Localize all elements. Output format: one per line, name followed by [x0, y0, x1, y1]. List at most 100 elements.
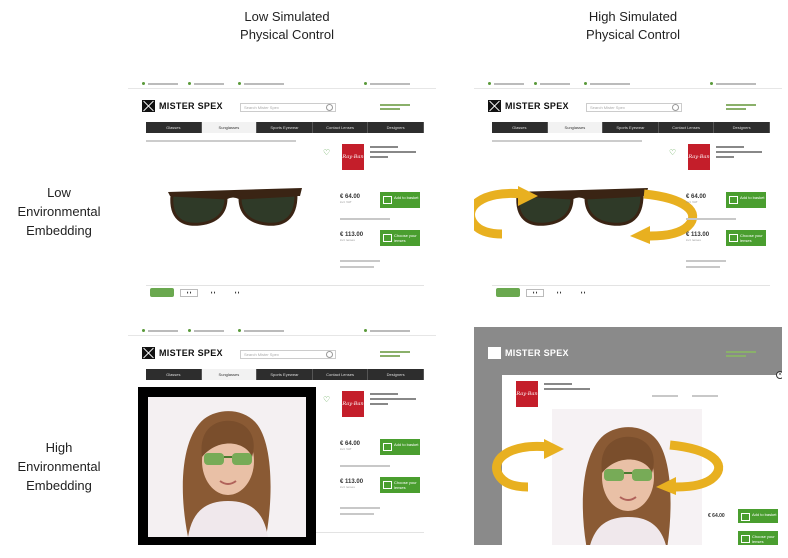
search-icon[interactable]	[672, 104, 679, 111]
shop-logo[interactable]: MISTER SPEX	[488, 100, 569, 112]
nav-sports[interactable]: Sports Eyewear	[257, 369, 313, 380]
product-title	[370, 393, 418, 408]
info-line	[340, 465, 390, 467]
panel-low-physical-low-env: MISTER SPEX Search Mister Spex Glasses S…	[128, 80, 436, 298]
shop-topbar	[128, 327, 436, 336]
price-1: € 64.00	[708, 513, 725, 519]
nav-sports[interactable]: Sports Eyewear	[257, 122, 313, 133]
close-icon[interactable]: ×	[776, 371, 782, 379]
add-to-basket-button[interactable]: Add to basket	[726, 192, 766, 208]
nav-sports[interactable]: Sports Eyewear	[603, 122, 659, 133]
price-1: € 64.00 incl. VAT	[340, 194, 361, 204]
product-title	[544, 383, 592, 393]
search-input[interactable]: Search Mister Spex	[240, 103, 336, 112]
price-1: € 64.00 incl. VAT	[686, 194, 707, 204]
rotate-arrow-left-icon[interactable]	[474, 186, 542, 242]
breadcrumb	[146, 140, 296, 142]
rotate-arrow-left-icon[interactable]	[488, 439, 568, 495]
logo-mark-icon	[488, 100, 501, 112]
shop-nav: Glasses Sunglasses Sports Eyewear Contac…	[492, 122, 770, 133]
logo-mark-icon	[488, 347, 501, 359]
shop-nav: Glasses Sunglasses Sports Eyewear Contac…	[146, 122, 424, 133]
nav-contacts[interactable]: Contact Lenses	[313, 122, 369, 133]
thumbnail[interactable]: ◖◗	[180, 288, 198, 297]
shop-logo[interactable]: MISTER SPEX	[142, 347, 223, 359]
nav-designers[interactable]: Designers	[714, 122, 770, 133]
cart-icon[interactable]	[726, 351, 770, 361]
panel-high-physical-high-env: MISTER SPEX Ray-Ban € 64.00 Add to baske…	[474, 327, 782, 545]
cart-icon[interactable]	[380, 104, 424, 114]
thumbnail[interactable]: ◖◗	[228, 289, 246, 297]
search-input[interactable]: Search Mister Spex	[586, 103, 682, 112]
nav-glasses[interactable]: Glasses	[146, 369, 202, 380]
panel-low-physical-high-env: MISTER SPEX Search Mister Spex Glasses S…	[128, 327, 436, 545]
breadcrumb	[492, 140, 642, 142]
cart-icon[interactable]	[726, 104, 770, 114]
choose-lenses-button[interactable]: Choose your lenses	[738, 531, 778, 545]
column-header-high-physical: High Simulated Physical Control	[586, 9, 680, 42]
sunglasses-image	[168, 188, 302, 226]
info-line	[686, 260, 726, 262]
shop-logo[interactable]: MISTER SPEX	[488, 347, 569, 359]
nav-sunglasses[interactable]: Sunglasses	[201, 122, 258, 133]
product-title	[370, 146, 418, 161]
cart-icon[interactable]	[380, 351, 424, 361]
choose-lenses-button[interactable]: Choose your lenses	[380, 477, 420, 493]
search-input[interactable]: Search Mister Spex	[240, 350, 336, 359]
heart-icon[interactable]: ♡	[323, 395, 330, 404]
price-1: € 64.00 incl. VAT	[340, 441, 361, 451]
choose-lenses-button[interactable]: Choose your lenses	[380, 230, 420, 246]
shop-nav: Glasses Sunglasses Sports Eyewear Contac…	[146, 369, 424, 380]
shop-topbar	[474, 80, 782, 89]
nav-contacts[interactable]: Contact Lenses	[313, 369, 369, 380]
panel-high-physical-low-env: MISTER SPEX Search Mister Spex Glasses S…	[474, 80, 782, 298]
thumbnail[interactable]: ◖◗	[526, 288, 544, 297]
row-header-low-env: Low Environmental Embedding	[17, 185, 101, 238]
info-line	[686, 218, 736, 220]
thumbnail-strip: ◖◗ ◖◗ ◖◗	[492, 285, 770, 298]
webcam-frame	[138, 387, 316, 545]
nav-designers[interactable]: Designers	[368, 122, 424, 133]
shop-topbar	[128, 80, 436, 89]
heart-icon[interactable]: ♡	[323, 148, 330, 157]
info-line	[340, 507, 380, 509]
thumbnail[interactable]: ◖◗	[550, 289, 568, 297]
nav-contacts[interactable]: Contact Lenses	[659, 122, 715, 133]
info-line	[340, 266, 374, 268]
add-to-basket-button[interactable]: Add to basket	[380, 192, 420, 208]
choose-lenses-button[interactable]: Choose your lenses	[726, 230, 766, 246]
info-line	[692, 395, 718, 397]
row-header-high-env: High Environmental Embedding	[17, 440, 101, 493]
info-line	[340, 218, 390, 220]
nav-glasses[interactable]: Glasses	[146, 122, 202, 133]
info-line	[340, 260, 380, 262]
thumbnail-strip: ◖◗ ◖◗ ◖◗	[146, 285, 424, 298]
price-2: € 113.00 incl. lenses	[340, 479, 364, 489]
add-to-basket-button[interactable]: Add to basket	[738, 509, 778, 523]
nav-designers[interactable]: Designers	[368, 369, 424, 380]
logo-mark-icon	[142, 100, 155, 112]
search-icon[interactable]	[326, 351, 333, 358]
nav-sunglasses[interactable]: Sunglasses	[547, 122, 604, 133]
brand-logo: Ray-Ban	[688, 144, 710, 170]
rotate-arrow-right-icon[interactable]	[650, 439, 730, 495]
info-line	[652, 395, 678, 397]
price-2: € 113.00 incl. lenses	[686, 232, 710, 242]
thumbnail[interactable]: ◖◗	[574, 289, 592, 297]
info-line	[340, 513, 374, 515]
search-icon[interactable]	[326, 104, 333, 111]
add-to-basket-button[interactable]: Add to basket	[380, 439, 420, 455]
product-title	[716, 146, 764, 161]
brand-logo: Ray-Ban	[516, 381, 538, 407]
brand-logo: Ray-Ban	[342, 144, 364, 170]
heart-icon[interactable]: ♡	[669, 148, 676, 157]
price-2: € 113.00 incl. lenses	[340, 232, 364, 242]
nav-glasses[interactable]: Glasses	[492, 122, 548, 133]
logo-mark-icon	[142, 347, 155, 359]
info-line	[686, 266, 720, 268]
try-on-badge[interactable]	[150, 288, 174, 297]
nav-sunglasses[interactable]: Sunglasses	[201, 369, 258, 380]
shop-logo[interactable]: MISTER SPEX	[142, 100, 223, 112]
try-on-badge[interactable]	[496, 288, 520, 297]
thumbnail[interactable]: ◖◗	[204, 289, 222, 297]
